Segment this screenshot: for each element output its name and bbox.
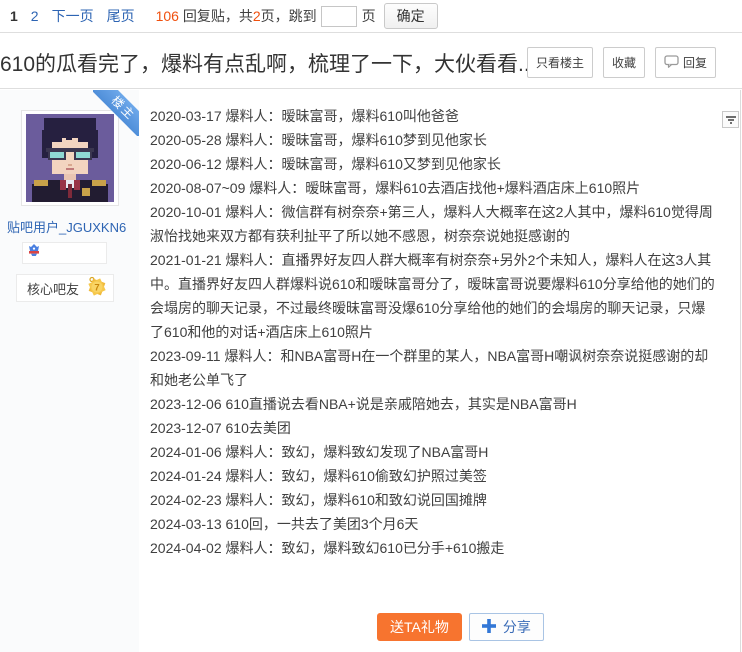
member-badge-box[interactable]: [22, 242, 107, 264]
post-line: 2023-12-06 610直播说去看NBA+说是亲戚陪她去，其实是NBA富哥H: [150, 396, 577, 412]
post-area: 楼主 贴吧用户_JGUXKN6 核心吧友 7 2020-03-17 爆料人：暧昧…: [0, 90, 742, 652]
jump-confirm-button[interactable]: 确定: [383, 3, 438, 29]
speech-bubble-icon: [664, 54, 679, 71]
op-ribbon-corner: 楼主: [93, 90, 139, 136]
reply-label: 回复: [682, 56, 707, 70]
svg-text:7: 7: [94, 283, 99, 294]
post-line: 2024-01-06 爆料人：致幻，爆料致幻发现了NBA富哥H: [150, 444, 489, 460]
dropdown-funnel-icon: [725, 112, 736, 127]
post-line: 2024-01-24 爆料人：致幻，爆料610偷致幻护照过美签: [150, 468, 487, 484]
blue-medal-icon: [26, 243, 42, 264]
post-line: 2020-05-28 爆料人：暧昧富哥，爆料610梦到见他家长: [150, 132, 487, 148]
post-line: 2023-09-11 爆料人：和NBA富哥H在一个群里的某人，NBA富哥H嘲讽树…: [150, 348, 709, 388]
only-op-label: 只看楼主: [535, 56, 584, 70]
author-username-link[interactable]: 贴吧用户_JGUXKN6: [7, 217, 137, 236]
post-line: 2020-10-01 爆料人：微信群有树奈奈+第三人，爆料人大概率在这2人其中，…: [150, 204, 713, 244]
post-line: 2024-02-23 爆料人：致幻，爆料610和致幻说回国摊牌: [150, 492, 487, 508]
member-title-box[interactable]: 核心吧友 7: [16, 274, 114, 302]
only-op-button[interactable]: 只看楼主: [526, 47, 593, 78]
send-gift-button[interactable]: 送TA礼物: [377, 613, 462, 641]
post-line: 2024-04-02 爆料人：致幻，爆料致幻610已分手+610搬走: [150, 540, 505, 556]
post-line: 2020-08-07~09 爆料人：暧昧富哥，爆料610去酒店找他+爆料酒店床上…: [150, 180, 641, 196]
pagination-last-link[interactable]: 尾页: [107, 6, 135, 26]
jump-page-input[interactable]: [320, 5, 357, 27]
post-line: 2024-03-13 610回，一共去了美团3个月6天: [150, 516, 419, 532]
post-line: 2023-12-07 610去美团: [150, 420, 291, 436]
share-button[interactable]: 分享: [468, 613, 544, 641]
favorite-button[interactable]: 收藏: [602, 47, 645, 78]
plus-icon: [481, 618, 496, 636]
replies-label: 回复贴，共: [182, 8, 253, 24]
gold-star-badge: 7: [86, 276, 107, 300]
pagination-next-link[interactable]: 下一页: [52, 6, 94, 26]
thread-header-buttons: 只看楼主 收藏 回复: [526, 47, 716, 78]
reply-button[interactable]: 回复: [654, 47, 716, 78]
post-content: 2020-03-17 爆料人：暧昧富哥，爆料610叫他爸爸 2020-05-28 …: [150, 90, 716, 560]
thread-header: 610的瓜看完了，爆料有点乱啊，梳理了一下，大伙看看... 只看楼主 收藏 回复: [0, 33, 742, 89]
total-pages: 2: [252, 8, 261, 24]
jump-label: 页，跳到: [260, 8, 317, 24]
post-line: 2021-01-21 爆料人：直播界好友四人群大概率有树奈奈+另外2个未知人，爆…: [150, 252, 715, 340]
post-line: 2020-06-12 爆料人：暧昧富哥，爆料610又梦到见他家长: [150, 156, 501, 172]
pagination-current-page: 1: [10, 8, 18, 24]
page-unit-label: 页: [361, 8, 376, 24]
author-sidebar: 楼主 贴吧用户_JGUXKN6 核心吧友 7: [0, 90, 139, 652]
pagination-page-2-link[interactable]: 2: [31, 8, 39, 24]
pagination-summary: 106 回复贴，共2页，跳到: [156, 6, 317, 26]
favorite-label: 收藏: [611, 56, 636, 70]
reply-count: 106: [155, 8, 179, 24]
member-title-label: 核心吧友: [27, 281, 80, 297]
share-label: 分享: [502, 619, 531, 635]
post-footer: 送TA礼物 分享: [377, 613, 544, 641]
thread-title: 610的瓜看完了，爆料有点乱啊，梳理了一下，大伙看看...: [0, 53, 536, 76]
page-right-border: [740, 90, 741, 652]
op-ribbon: 楼主: [93, 90, 139, 136]
post-line: 2020-03-17 爆料人：暧昧富哥，爆料610叫他爸爸: [150, 108, 459, 124]
post-menu-button[interactable]: [722, 111, 739, 128]
pagination-bar: 1 2 下一页 尾页 106 回复贴，共2页，跳到 页 确定: [0, 0, 742, 33]
